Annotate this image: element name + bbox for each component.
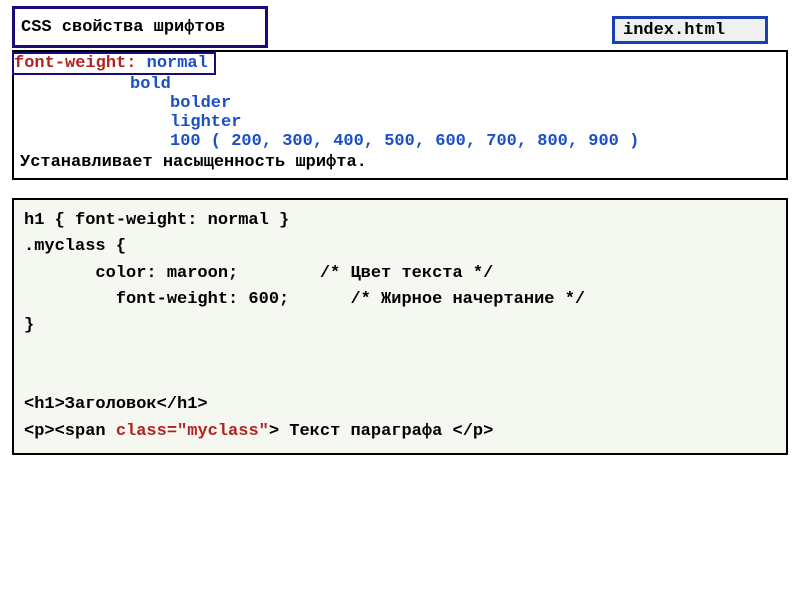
property-value: lighter [170,113,241,132]
property-name: font-weight: [14,54,136,73]
slide-title: CSS свойства шрифтов [21,18,225,37]
property-value-row: 100 ( 200, 300, 400, 500, 600, 700, 800,… [20,132,780,151]
filename-tab: index.html [612,16,768,44]
code-line: .myclass { [24,237,126,256]
code-line: <h1>Заголовок</h1> [24,395,208,414]
property-definition-box: font-weight: normal bold bolder lighter … [12,50,788,180]
property-first-value-box: font-weight: normal [12,52,216,75]
code-line: } [24,316,34,335]
property-value-row: bold [20,75,780,94]
code-line: font-weight: 600; /* Жирное начертание *… [24,290,585,309]
property-description: Устанавливает насыщенность шрифта. [20,153,780,172]
code-line-part: > Текст параграфа </p> [269,422,493,441]
code-line-part: <p><span [24,422,116,441]
top-bar: CSS свойства шрифтов index.html [12,6,788,50]
filename-label: index.html [623,21,725,40]
slide-title-tab: CSS свойства шрифтов [12,6,268,48]
code-line: color: maroon; /* Цвет текста */ [24,264,493,283]
code-example-box: h1 { font-weight: normal } .myclass { co… [12,198,788,455]
property-value: bolder [170,94,231,113]
property-value: bold [130,75,171,94]
property-value-numeric: 100 ( 200, 300, 400, 500, 600, 700, 800,… [170,132,639,151]
property-value-row: lighter [20,113,780,132]
property-value-row: bolder [20,94,780,113]
slide-page: CSS свойства шрифтов index.html font-wei… [0,0,800,600]
code-attr: class="myclass" [116,422,269,441]
code-line: h1 { font-weight: normal } [24,211,289,230]
property-default: normal [147,54,208,73]
